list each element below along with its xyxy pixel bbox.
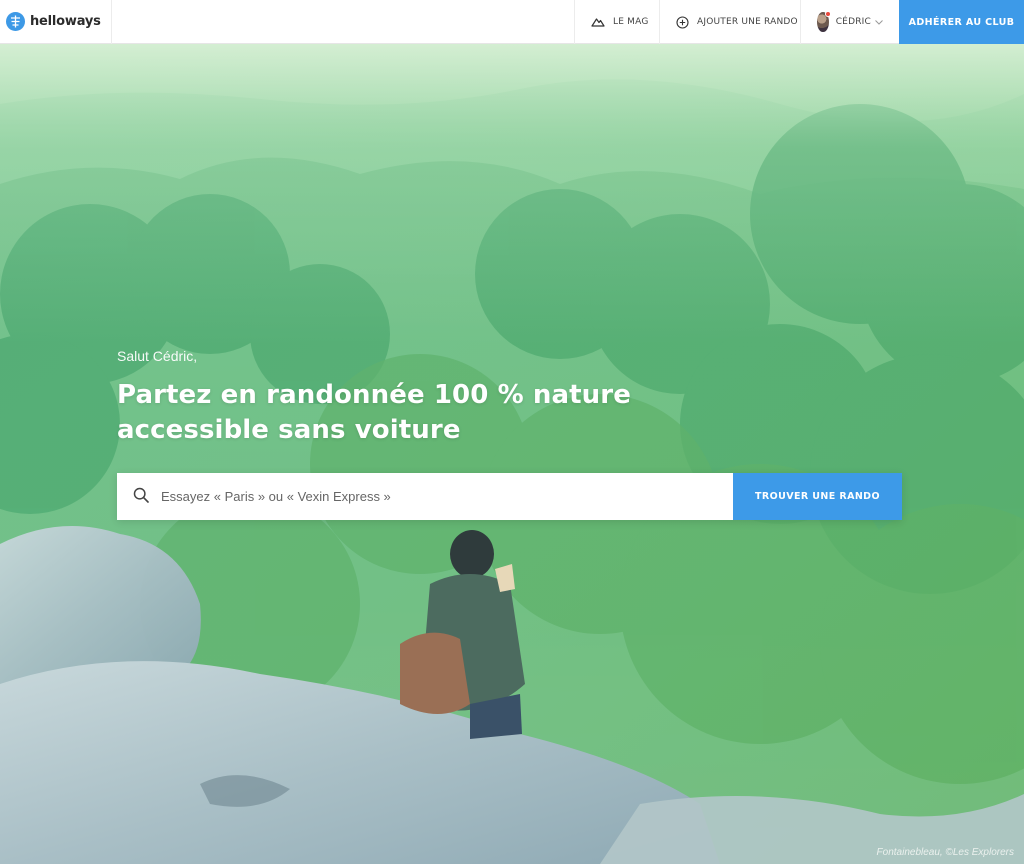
nav-item-add-hike[interactable]: AJOUTER UNE RANDO: [659, 0, 800, 44]
helloways-logo-icon: [6, 12, 25, 31]
top-navbar: helloways LE MAG AJOUTER UNE RANDO CÉDRI…: [0, 0, 1024, 44]
logo[interactable]: helloways: [0, 0, 101, 44]
nav-item-le-mag[interactable]: LE MAG: [574, 0, 659, 44]
logo-divider: [110, 0, 112, 44]
user-menu[interactable]: CÉDRIC: [800, 0, 899, 44]
search-field-wrapper[interactable]: [117, 473, 733, 520]
notification-dot: [824, 11, 831, 17]
hero-title: Partez en randonnée 100 % nature accessi…: [117, 380, 631, 445]
photo-credit: Fontainebleau, ©Les Explorers: [876, 847, 1014, 858]
find-hike-button[interactable]: TROUVER UNE RANDO: [733, 473, 902, 520]
mountain-icon: [591, 17, 605, 27]
logo-text: helloways: [30, 14, 101, 29]
hike-search-form: TROUVER UNE RANDO: [117, 473, 902, 520]
greeting-text: Salut Cédric,: [117, 348, 198, 364]
avatar: [817, 11, 831, 32]
main-nav: LE MAG AJOUTER UNE RANDO CÉDRIC ADHÉRER: [574, 0, 1024, 44]
nav-item-label: LE MAG: [613, 17, 649, 27]
hero-section: Salut Cédric, Partez en randonnée 100 % …: [0, 44, 1024, 864]
plus-circle-icon: [676, 15, 689, 29]
join-club-button[interactable]: ADHÉRER AU CLUB: [899, 0, 1024, 44]
user-name: CÉDRIC: [835, 17, 871, 27]
search-icon: [133, 487, 149, 507]
search-input[interactable]: [161, 489, 701, 504]
chevron-down-icon: [875, 19, 883, 25]
hero-background-image: [0, 44, 1024, 864]
nav-item-label: AJOUTER UNE RANDO: [697, 17, 798, 27]
